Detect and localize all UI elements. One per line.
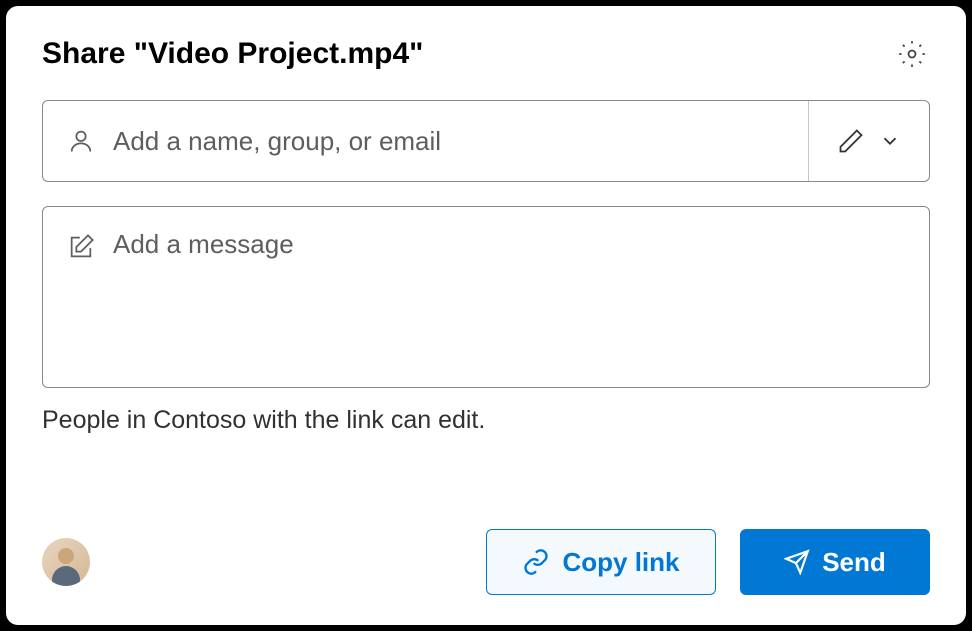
shared-by-avatar[interactable]: [42, 538, 90, 586]
gear-icon: [898, 40, 926, 68]
chevron-down-icon: [879, 130, 901, 152]
send-label: Send: [822, 547, 886, 578]
dialog-title: Share "Video Project.mp4": [42, 37, 423, 71]
message-field-container: [42, 206, 930, 388]
send-button[interactable]: Send: [740, 529, 930, 595]
dialog-footer: Copy link Send: [42, 529, 930, 595]
footer-button-group: Copy link Send: [486, 529, 930, 595]
share-dialog: Share "Video Project.mp4": [6, 6, 966, 625]
compose-icon: [67, 233, 95, 261]
message-input[interactable]: [113, 229, 905, 365]
name-input[interactable]: [113, 126, 784, 157]
settings-button[interactable]: [894, 36, 930, 72]
permission-info-text: People in Contoso with the link can edit…: [42, 406, 930, 435]
person-icon: [67, 127, 95, 155]
dialog-header: Share "Video Project.mp4": [42, 36, 930, 72]
pencil-icon: [837, 127, 865, 155]
link-icon: [522, 548, 550, 576]
send-icon: [784, 549, 810, 575]
name-field-container: [42, 100, 930, 182]
copy-link-button[interactable]: Copy link: [486, 529, 716, 595]
name-input-wrap: [43, 101, 808, 181]
copy-link-label: Copy link: [562, 547, 679, 578]
permission-dropdown-button[interactable]: [808, 101, 929, 181]
